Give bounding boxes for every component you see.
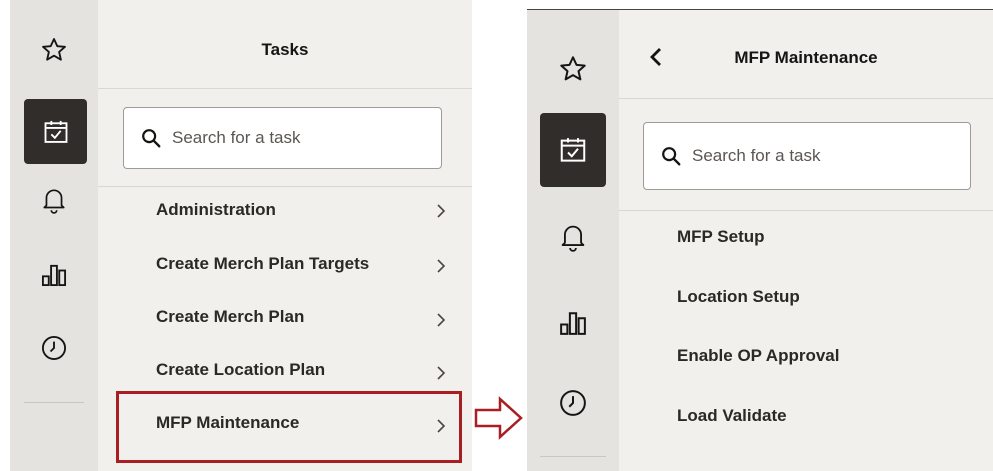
star-icon[interactable] [24, 28, 84, 72]
search-divider [619, 210, 993, 211]
clock-icon[interactable] [540, 380, 606, 426]
task-item-load-validate[interactable]: Load Validate [619, 396, 993, 436]
left-nav-rail [10, 0, 98, 471]
task-item-create-location-plan[interactable]: Create Location Plan [98, 350, 472, 390]
bell-icon[interactable] [24, 178, 84, 222]
panel-title: MFP Maintenance [734, 48, 878, 67]
star-icon[interactable] [540, 46, 606, 92]
rail-divider [540, 456, 606, 457]
task-item-enable-op-approval[interactable]: Enable OP Approval [619, 336, 993, 376]
panel-title: Tasks [261, 40, 309, 59]
search-icon [662, 147, 681, 166]
task-item-label: Create Location Plan [156, 360, 326, 379]
search-placeholder: Search for a task [172, 128, 301, 147]
calendar-check-icon[interactable] [540, 113, 606, 187]
highlight-box [116, 391, 462, 463]
task-item-label: Enable OP Approval [677, 346, 840, 365]
task-item-label: Create Merch Plan Targets [156, 254, 370, 273]
search-placeholder: Search for a task [692, 146, 821, 165]
task-item-mfp-setup[interactable]: MFP Setup [619, 217, 993, 257]
task-item-label: MFP Setup [677, 227, 765, 246]
chevron-right-icon [437, 259, 446, 273]
chevron-right-icon [437, 204, 446, 218]
chevron-right-icon [437, 313, 446, 327]
bar-chart-icon[interactable] [24, 252, 84, 296]
task-item-create-merch-plan[interactable]: Create Merch Plan [98, 297, 472, 337]
bell-icon[interactable] [540, 214, 606, 260]
rail-divider [24, 402, 84, 403]
right-nav-rail [527, 10, 619, 471]
task-item-administration[interactable]: Administration [98, 190, 472, 230]
chevron-right-icon [437, 366, 446, 380]
right-panel: MFP Maintenance Search for a task MFP Se… [527, 10, 993, 471]
task-item-create-merch-plan-targets[interactable]: Create Merch Plan Targets [98, 244, 472, 284]
clock-icon[interactable] [24, 326, 84, 370]
bar-chart-icon[interactable] [540, 299, 606, 345]
header-divider [619, 98, 993, 99]
calendar-check-icon[interactable] [24, 99, 87, 164]
search-input[interactable]: Search for a task [643, 122, 971, 190]
header-divider [98, 88, 472, 89]
task-item-label: Location Setup [677, 287, 800, 306]
task-item-label: Administration [156, 200, 276, 219]
task-item-location-setup[interactable]: Location Setup [619, 277, 993, 317]
right-task-panel: MFP Maintenance Search for a task MFP Se… [619, 10, 993, 471]
task-item-label: Create Merch Plan [156, 307, 305, 326]
search-input[interactable]: Search for a task [123, 107, 442, 169]
arrow-right-icon [474, 396, 523, 440]
task-item-label: Load Validate [677, 406, 787, 425]
search-icon [142, 129, 161, 148]
search-divider [98, 186, 472, 187]
